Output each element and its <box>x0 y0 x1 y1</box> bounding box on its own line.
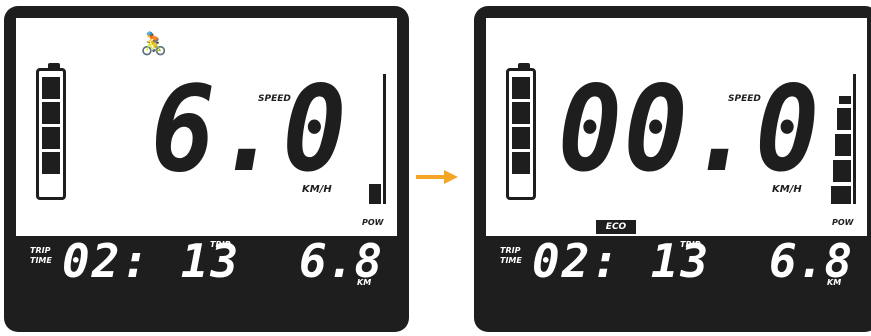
lcd-screen-right: 00.0 SPEED KM/H POW ECO <box>486 18 867 236</box>
power-level-bar <box>831 186 851 204</box>
power-level-bar <box>839 96 851 104</box>
power-level-gauge <box>366 74 386 204</box>
speed-unit-label: KM/H <box>302 184 332 195</box>
battery-cap <box>48 63 60 68</box>
speed-readout: 6.0 <box>151 60 349 198</box>
speed-label: SPEED <box>728 94 761 104</box>
battery-cell <box>512 102 530 124</box>
trip-time-label-line1: TRIP <box>30 246 51 255</box>
battery-cell <box>42 127 60 149</box>
power-level-bar <box>837 108 851 130</box>
power-label: POW <box>362 218 384 227</box>
trip-info-left: TRIP TIME 02: 13 TRIP 6.8 KM <box>4 238 409 332</box>
cyclist-icon: 🚴 <box>140 32 168 57</box>
trip-time-label-line2: TIME <box>500 256 522 265</box>
battery-cell <box>512 127 530 149</box>
display-panel-right: 00.0 SPEED KM/H POW ECO TRIP TIME 02: 13… <box>474 6 871 332</box>
battery-cell <box>42 77 60 99</box>
power-level-bar <box>835 134 851 156</box>
battery-cells <box>42 77 60 177</box>
trip-time-label: TRIP TIME <box>500 246 522 266</box>
power-level-bar <box>833 160 851 182</box>
trip-time-label: TRIP TIME <box>30 246 52 266</box>
display-panel-left: 🚴 6.0 SPEED KM/H POW TRIP TIME 02: 13 TR… <box>4 6 409 332</box>
lcd-screen-left: 🚴 6.0 SPEED KM/H POW <box>16 18 397 236</box>
trip-distance-unit: KM <box>357 278 372 287</box>
battery-cap <box>518 63 530 68</box>
power-level-bar <box>369 184 381 204</box>
power-gauge-axis <box>383 74 386 204</box>
trip-time-label-line1: TRIP <box>500 246 521 255</box>
power-gauge-axis <box>853 74 856 204</box>
power-label: POW <box>832 218 854 227</box>
battery-indicator <box>506 63 536 200</box>
arrow-head <box>444 170 458 184</box>
battery-cell <box>512 77 530 99</box>
trip-distance-label: TRIP <box>210 240 231 249</box>
trip-time-label-line2: TIME <box>30 256 52 265</box>
trip-distance-unit: KM <box>827 278 842 287</box>
eco-mode-badge: ECO <box>596 220 636 234</box>
battery-cell <box>42 152 60 174</box>
arrow-shaft <box>416 175 446 179</box>
power-level-gauge <box>831 74 856 204</box>
speed-label: SPEED <box>258 94 291 104</box>
battery-cells <box>512 77 530 177</box>
speed-readout: 00.0 <box>558 60 821 198</box>
trip-info-right: TRIP TIME 02: 13 TRIP 6.8 KM <box>474 238 871 332</box>
trip-distance-label: TRIP <box>680 240 701 249</box>
battery-indicator <box>36 63 66 200</box>
battery-cell <box>512 152 530 174</box>
speed-unit-label: KM/H <box>772 184 802 195</box>
battery-cell <box>42 102 60 124</box>
transition-arrow-icon <box>416 170 462 184</box>
